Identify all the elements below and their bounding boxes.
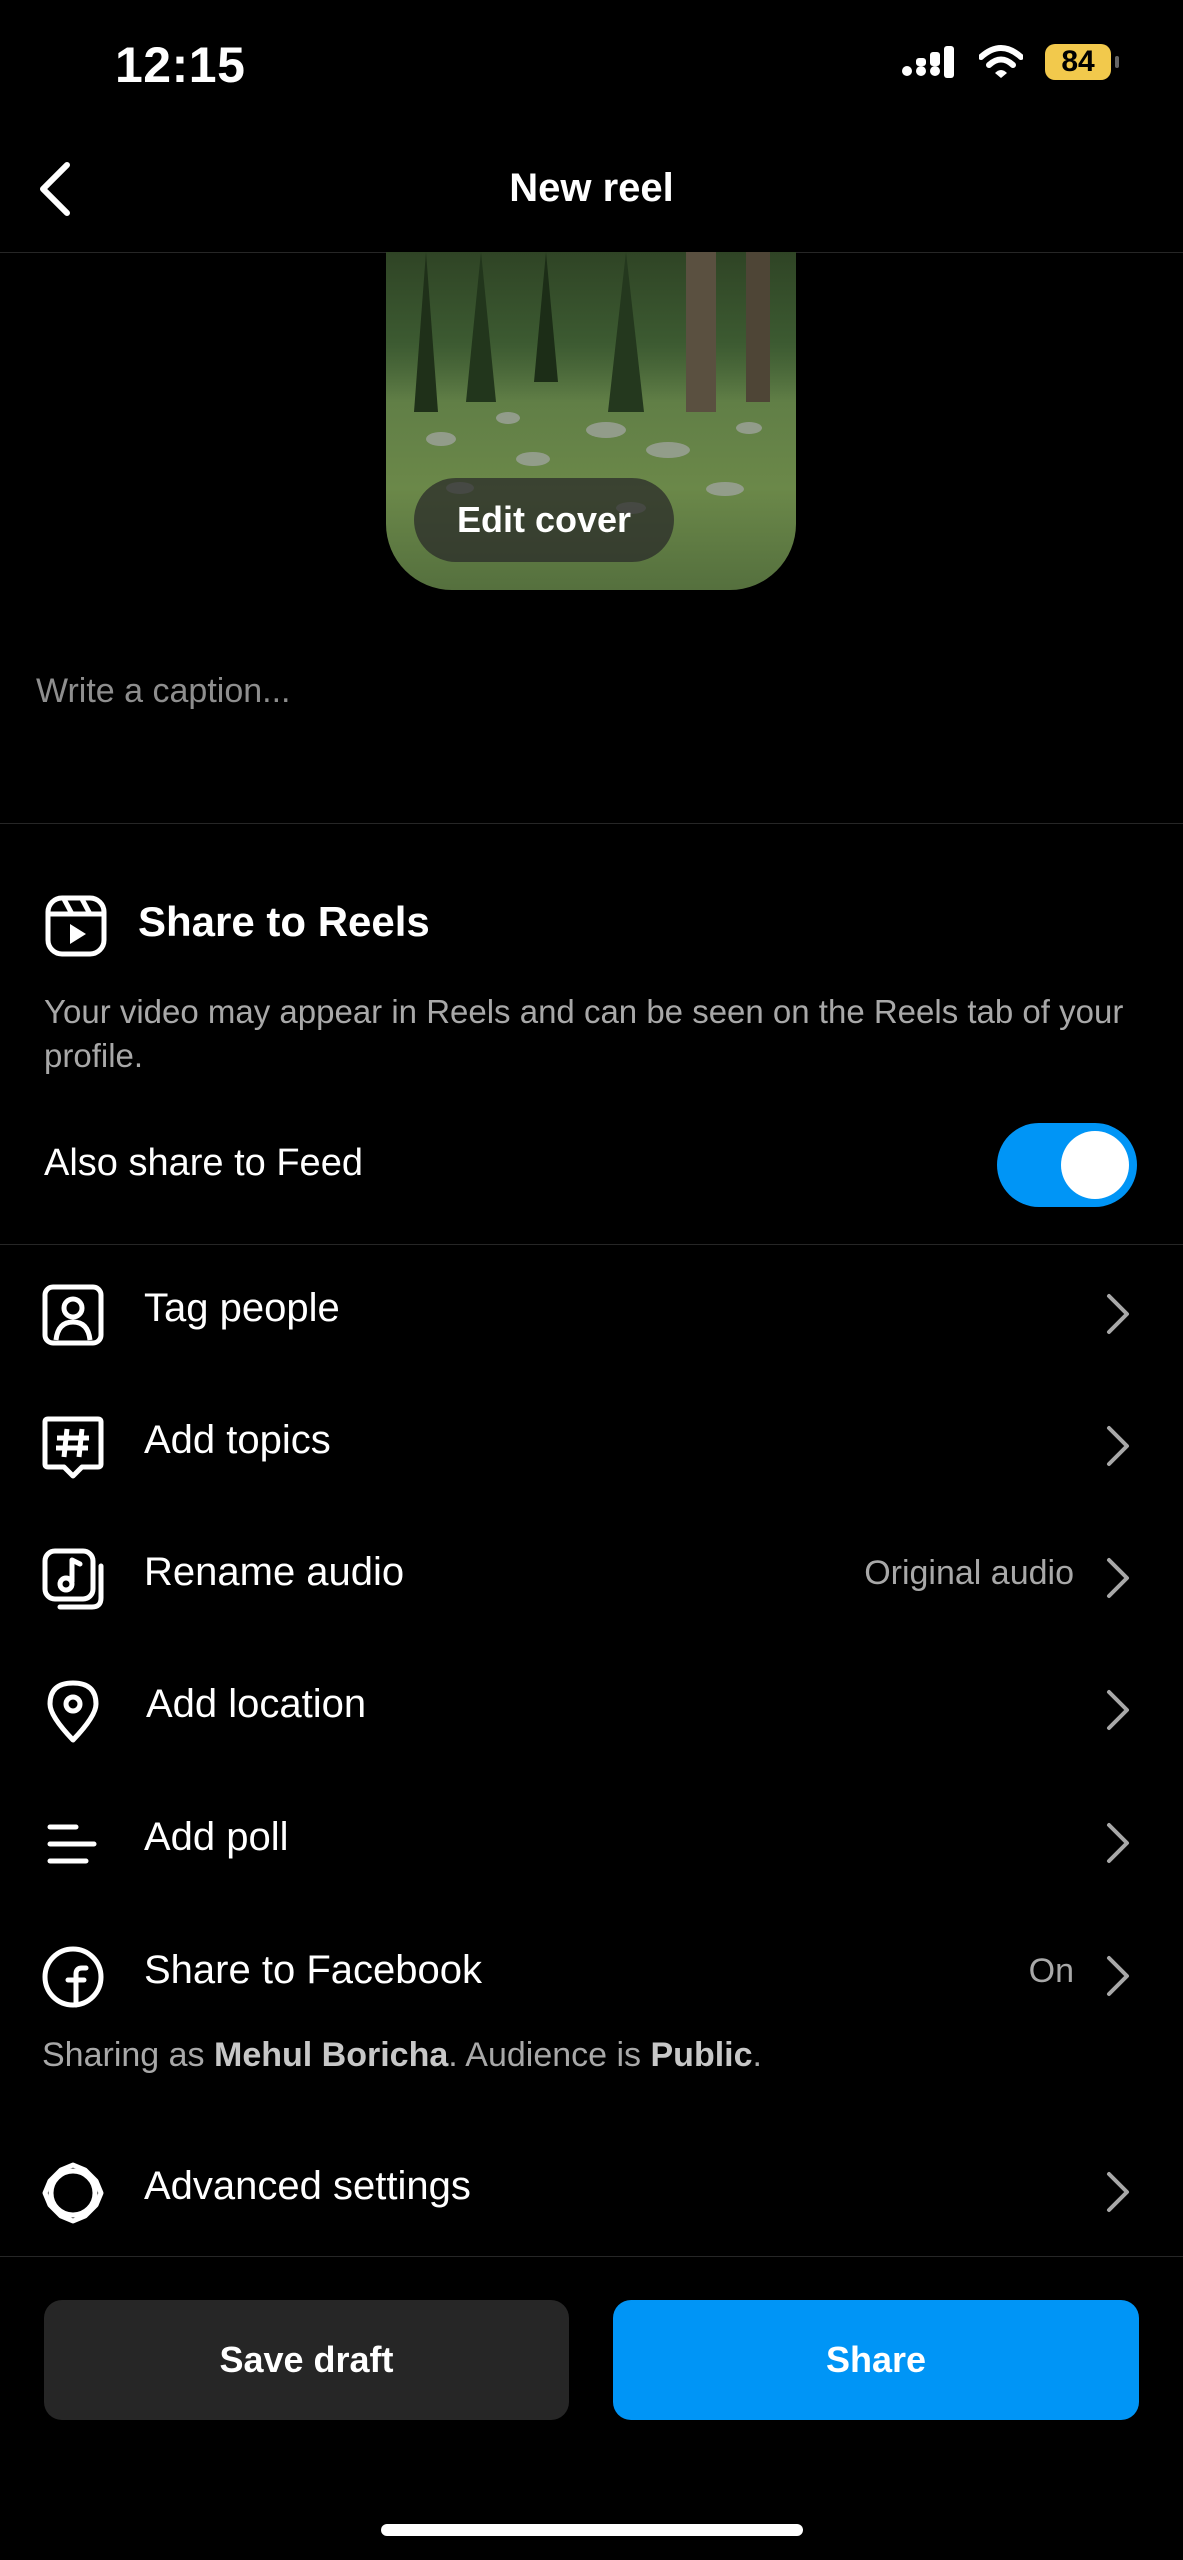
home-indicator[interactable] [381,2524,803,2536]
reels-divider [0,1244,1183,1245]
bottom-divider [0,2256,1183,2257]
battery-indicator: 84 [1045,44,1119,80]
add-topics-label: Add topics [144,1418,331,1462]
add-poll-label: Add poll [144,1815,289,1859]
tag-people-icon [42,1284,104,1346]
chevron-right-icon [1107,1690,1129,1730]
poll-icon [47,1824,97,1864]
add-poll-row[interactable]: Add poll [0,1785,1183,1895]
advanced-settings-label: Advanced settings [144,2164,471,2208]
rename-audio-row[interactable]: Rename audio Original audio [0,1520,1183,1630]
reels-icon [45,895,107,957]
caption-divider [0,823,1183,824]
hashtag-icon [42,1416,104,1479]
toggle-knob [1061,1131,1129,1199]
add-location-label: Add location [146,1682,367,1726]
share-to-reels-title: Share to Reels [138,898,430,945]
facebook-note-suffix: . [752,2036,762,2074]
tag-people-row[interactable]: Tag people [0,1256,1183,1366]
chevron-right-icon [1107,1558,1129,1598]
location-pin-icon [47,1680,99,1743]
facebook-note-middle: . Audience is [448,2036,651,2074]
facebook-sharing-note: Sharing as Mehul Boricha. Audience is Pu… [42,2036,762,2075]
tag-people-label: Tag people [144,1286,340,1330]
edit-cover-button[interactable]: Edit cover [414,478,674,562]
facebook-audience: Public [650,2036,753,2074]
share-to-facebook-value: On [1028,1952,1074,1990]
status-time: 12:15 [115,37,246,93]
gear-icon [42,2162,104,2224]
add-topics-row[interactable]: Add topics [0,1388,1183,1498]
chevron-right-icon [1107,1426,1129,1466]
page-title: New reel [509,166,674,210]
chevron-right-icon [1107,1823,1129,1863]
facebook-icon [42,1946,104,2008]
caption-input[interactable] [34,660,1148,722]
wifi-icon [979,45,1023,78]
cellular-signal-icon [902,46,954,78]
facebook-account-name: Mehul Boricha [214,2036,449,2074]
add-location-row[interactable]: Add location [0,1652,1183,1762]
chevron-right-icon [1107,1956,1129,1996]
music-note-icon [42,1548,104,1610]
also-share-to-feed-toggle[interactable] [997,1123,1137,1207]
also-share-to-feed-label: Also share to Feed [44,1142,363,1184]
save-draft-button[interactable]: Save draft [44,2300,569,2420]
chevron-right-icon [1107,2172,1129,2212]
share-to-facebook-row[interactable]: Share to Facebook On [0,1918,1183,2028]
rename-audio-label: Rename audio [144,1550,405,1594]
facebook-note-prefix: Sharing as [42,2036,214,2074]
share-to-facebook-label: Share to Facebook [144,1948,482,1992]
share-button[interactable]: Share [613,2300,1139,2420]
advanced-settings-row[interactable]: Advanced settings [0,2134,1183,2244]
status-icons: 84 [901,44,1119,80]
rename-audio-value: Original audio [864,1554,1074,1592]
share-to-reels-description: Your video may appear in Reels and can b… [44,993,1124,1074]
chevron-right-icon [1107,1294,1129,1334]
